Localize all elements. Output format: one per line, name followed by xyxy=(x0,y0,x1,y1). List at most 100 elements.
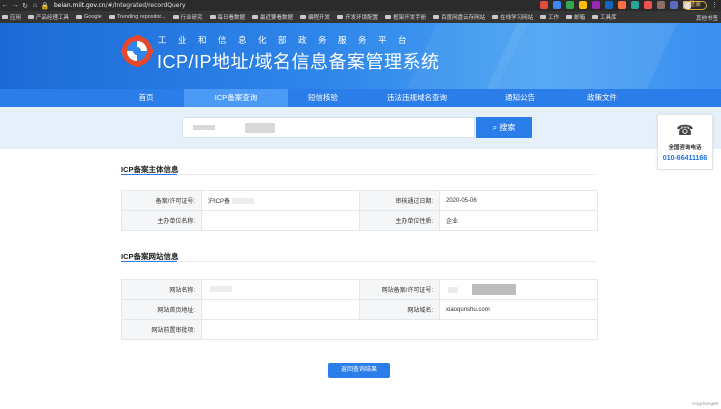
forward-arrow-icon[interactable]: → xyxy=(10,2,20,9)
back-to-results-button[interactable]: 返回查询结果 xyxy=(328,363,390,378)
bookmark-item[interactable]: 邮箱 xyxy=(566,13,585,21)
site-name-label: 网站名称: xyxy=(121,279,202,300)
bookmark-item[interactable]: Trending repositor... xyxy=(108,14,166,20)
redacted-text xyxy=(193,125,215,130)
site-banner: 工业和信息化部政务服务平台 ICP/IP地址/域名信息备案管理系统 xyxy=(0,23,721,89)
phone-icon: ☎ xyxy=(676,122,694,138)
folder-icon xyxy=(592,15,599,19)
nav-policy-docs[interactable]: 政策文件 xyxy=(564,89,640,107)
divider xyxy=(121,261,597,262)
bookmark-item[interactable]: 每日看数据 xyxy=(209,13,245,21)
domain-label: 网站域名: xyxy=(359,299,440,320)
nav-notices[interactable]: 通知公告 xyxy=(476,89,564,107)
website-info-table: 网站名称: 网站备案/许可证号: 网站首页地址: 网站域名: xiaoqunsh… xyxy=(121,279,598,340)
other-bookmarks[interactable]: 其他书签 xyxy=(696,14,718,22)
apps-icon xyxy=(2,15,8,19)
search-strip: ⌕ 搜索 xyxy=(0,107,721,149)
extension-icon[interactable] xyxy=(592,1,600,9)
folder-icon xyxy=(566,15,573,19)
miit-logo-icon xyxy=(121,35,153,67)
extension-icon[interactable] xyxy=(553,1,561,9)
extension-icon[interactable] xyxy=(579,1,587,9)
bookmark-item[interactable]: 最近要看数据 xyxy=(252,13,293,21)
site-subtitle: 工业和信息化部政务服务平台 xyxy=(158,35,419,45)
extension-icon[interactable] xyxy=(644,1,652,9)
login-button[interactable]: 登录 xyxy=(682,1,707,10)
home-icon[interactable]: ⌂ xyxy=(30,2,40,9)
redacted-text xyxy=(448,286,458,293)
site-name-value xyxy=(201,279,360,300)
extension-icon[interactable] xyxy=(540,1,548,9)
bookmark-item[interactable]: 行业研究 xyxy=(172,13,203,21)
folder-icon xyxy=(209,15,216,19)
table-row: 网站名称: 网站备案/许可证号: xyxy=(121,279,598,300)
bookmark-item[interactable]: 在线学习网站 xyxy=(492,13,533,21)
license-value: 沪ICP备 xyxy=(201,190,360,211)
redacted-text xyxy=(210,286,232,293)
google-icon xyxy=(76,15,83,19)
watermark: #AppSang99 xyxy=(691,401,718,406)
extension-icon[interactable] xyxy=(670,1,678,9)
site-title: ICP/IP地址/域名信息备案管理系统 xyxy=(157,52,440,72)
address-bar[interactable]: beian.miit.gov.cn/#/Integrated/recordQue… xyxy=(54,2,186,9)
bookmark-item[interactable]: 工作 xyxy=(540,13,559,21)
folder-icon xyxy=(492,15,499,19)
folder-icon xyxy=(385,15,392,19)
nav-home[interactable]: 首页 xyxy=(108,89,184,107)
table-row: 网站前置审批项: xyxy=(121,319,598,340)
table-row: 主办单位名称: 主办单位性质: 企业 xyxy=(121,210,598,231)
bookmark-item[interactable]: 产品经理工具 xyxy=(28,13,69,21)
redacted-text xyxy=(232,198,255,205)
search-input[interactable] xyxy=(182,117,475,138)
extension-icon[interactable] xyxy=(631,1,639,9)
search-button[interactable]: ⌕ 搜索 xyxy=(476,117,532,138)
bookmarks-bar: 应用 产品经理工具 Google Trending repositor... 行… xyxy=(0,11,721,23)
table-row: 备案/许可证号: 沪ICP备 审核通过日期: 2020-05-06 xyxy=(121,190,598,211)
subject-info-table: 备案/许可证号: 沪ICP备 审核通过日期: 2020-05-06 主办单位名称… xyxy=(121,190,598,231)
bookmark-item[interactable]: 百度网盘云存网站 xyxy=(433,13,485,21)
extension-icon[interactable] xyxy=(566,1,574,9)
extension-icon[interactable] xyxy=(657,1,665,9)
org-nature-label: 主办单位性质: xyxy=(359,210,440,231)
folder-icon xyxy=(28,15,35,19)
section-underline xyxy=(121,174,177,175)
home-url-label: 网站首页地址: xyxy=(121,299,202,320)
bookmark-item[interactable]: 工具库 xyxy=(592,13,617,21)
bookmark-item[interactable]: 应用 xyxy=(2,13,21,21)
extension-icons xyxy=(540,1,691,9)
folder-icon xyxy=(172,15,179,19)
org-nature-value: 企业 xyxy=(439,210,598,231)
hotline-label: 全国咨询电话 xyxy=(668,145,702,151)
site-license-value xyxy=(439,279,598,300)
search-icon: ⌕ xyxy=(492,123,498,132)
org-name-label: 主办单位名称: xyxy=(121,210,202,231)
approve-date-value: 2020-05-06 xyxy=(439,190,598,211)
menu-kebab-icon[interactable]: ⋮ xyxy=(711,1,718,9)
extension-icon[interactable] xyxy=(605,1,613,9)
redacted-block xyxy=(472,284,516,295)
nav-sms-verify[interactable]: 短信核验 xyxy=(288,89,358,107)
bookmark-item[interactable]: 框架开发手册 xyxy=(385,13,426,21)
org-name-value xyxy=(201,210,360,231)
nav-illegal-domain-query[interactable]: 违法违规域名查询 xyxy=(358,89,476,107)
home-url-value xyxy=(201,299,360,320)
bookmark-item[interactable]: 编程开发 xyxy=(300,13,330,21)
folder-icon xyxy=(540,15,547,19)
back-arrow-icon[interactable]: ← xyxy=(0,2,10,9)
site-license-label: 网站备案/许可证号: xyxy=(359,279,440,300)
extension-icon[interactable] xyxy=(618,1,626,9)
main-nav: 首页 ICP备案查询 短信核验 违法违规域名查询 通知公告 政策文件 xyxy=(0,89,721,107)
bookmark-item[interactable]: Google xyxy=(76,14,102,20)
browser-toolbar: ← → ↻ ⌂ 🔒 beian.miit.gov.cn/#/Integrated… xyxy=(0,0,721,11)
approval-value xyxy=(201,319,598,340)
bookmark-item[interactable]: 开发环境配置 xyxy=(337,13,378,21)
reload-icon[interactable]: ↻ xyxy=(20,2,30,10)
lock-icon: 🔒 xyxy=(40,2,50,10)
approval-label: 网站前置审批项: xyxy=(121,319,202,340)
hotline-number: 010-66411166 xyxy=(662,155,708,162)
table-row: 网站首页地址: 网站域名: xiaoqunshu.com xyxy=(121,299,598,320)
github-icon xyxy=(108,15,115,19)
folder-icon xyxy=(433,15,440,19)
nav-icp-query[interactable]: ICP备案查询 xyxy=(184,89,288,107)
hotline-card[interactable]: ☎ 全国咨询电话 010-66411166 xyxy=(657,114,713,170)
